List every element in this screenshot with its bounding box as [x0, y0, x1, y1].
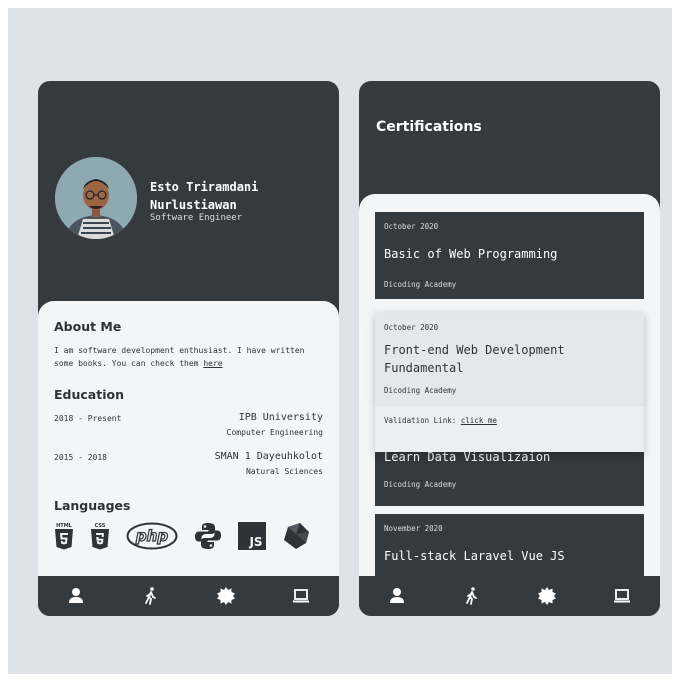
education-entry: 2018 - Present IPB University Computer E…: [54, 412, 323, 437]
validation-panel: Validation Link: click me: [375, 406, 644, 452]
education-school: IPB University: [238, 412, 323, 423]
bottom-nav: [38, 576, 339, 616]
certificate-title: Front-end Web Development Fundamental: [384, 343, 565, 375]
profile-role: Software Engineer: [150, 213, 243, 223]
education-school: SMAN 1 Dayeuhkolot: [214, 451, 323, 462]
education-entry: 2015 - 2018 SMAN 1 Dayeuhkolot Natural S…: [54, 451, 323, 476]
profile-content-sheet: About Me I am software development enthu…: [38, 301, 339, 576]
gear-icon[interactable]: [537, 586, 557, 606]
php-label: php: [135, 527, 168, 545]
certificate-date: October 2020: [384, 222, 439, 231]
python-icon: [194, 522, 222, 554]
html5-label: HTML: [56, 523, 73, 529]
javascript-icon: JS: [238, 522, 266, 554]
certificate-issuer: Dicoding Academy: [384, 386, 457, 395]
education-heading: Education: [54, 387, 124, 402]
education-major: Natural Sciences: [245, 467, 323, 476]
about-heading: About Me: [54, 319, 122, 334]
certificate-card[interactable]: October 2020 Basic of Web Programming Di…: [375, 212, 644, 299]
walking-icon[interactable]: [462, 586, 482, 606]
certificate-title: Basic of Web Programming: [384, 247, 558, 261]
user-icon[interactable]: [66, 586, 86, 606]
validation-label: Validation Link:: [384, 416, 457, 425]
gear-icon[interactable]: [216, 586, 236, 606]
profile-name: Esto Triramdani Nurlustiawan: [150, 180, 259, 212]
languages-list: HTML CSS php JS: [54, 522, 323, 554]
education-major: Computer Engineering: [226, 428, 323, 437]
certifications-heading: Certifications: [376, 119, 482, 135]
about-text: I am software development enthusiast. I …: [54, 344, 323, 370]
certificate-issuer: Dicoding Academy: [384, 480, 457, 489]
walking-icon[interactable]: [141, 586, 161, 606]
certificate-card[interactable]: November 2020 Full-stack Laravel Vue JS: [375, 514, 644, 576]
certifications-screen: Certifications October 2020 Basic of Web…: [359, 81, 660, 616]
languages-heading: Languages: [54, 498, 131, 513]
certificate-title: Full-stack Laravel Vue JS: [384, 549, 565, 563]
css3-icon: CSS: [90, 522, 110, 554]
certificate-date: October 2020: [384, 323, 439, 332]
about-body: I am software development enthusiast. I …: [54, 346, 305, 368]
user-icon[interactable]: [387, 586, 407, 606]
html5-icon: HTML: [54, 522, 74, 554]
php-icon: php: [126, 522, 178, 554]
education-period: 2018 - Present: [54, 414, 122, 423]
laptop-icon[interactable]: [612, 586, 632, 606]
certificate-card-expanded[interactable]: October 2020 Front-end Web Development F…: [375, 313, 644, 407]
certificate-date: November 2020: [384, 524, 443, 533]
dart-icon: [282, 522, 310, 554]
javascript-label: JS: [248, 535, 262, 549]
certificate-issuer: Dicoding Academy: [384, 280, 457, 289]
laptop-icon[interactable]: [291, 586, 311, 606]
books-link[interactable]: here: [203, 359, 222, 368]
validation-link[interactable]: click me: [461, 416, 497, 425]
certifications-sheet: October 2020 Basic of Web Programming Di…: [359, 194, 660, 576]
bottom-nav: [359, 576, 660, 616]
css3-label: CSS: [95, 523, 106, 529]
profile-screen: Esto Triramdani Nurlustiawan Software En…: [38, 81, 339, 616]
education-period: 2015 - 2018: [54, 453, 107, 462]
avatar: [55, 157, 137, 239]
